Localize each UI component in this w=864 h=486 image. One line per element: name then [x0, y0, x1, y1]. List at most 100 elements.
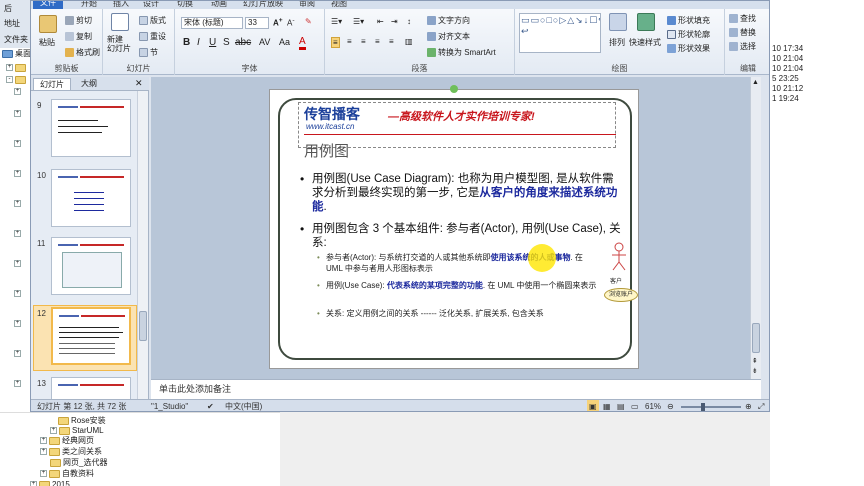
tree-item-classic-web[interactable]: + 经典网页	[40, 435, 94, 446]
tree-item[interactable]: +	[14, 288, 21, 299]
tree-item[interactable]: +	[14, 108, 21, 119]
zoom-slider-thumb[interactable]	[701, 403, 705, 411]
expand-icon[interactable]: +	[14, 88, 21, 95]
tree-item-2015[interactable]: +2015	[30, 479, 70, 486]
notes-pane[interactable]: 单击此处添加备注	[151, 379, 761, 399]
tree-item[interactable]: +	[14, 86, 21, 97]
theme-name[interactable]: "1_Studio"	[151, 400, 188, 411]
tab-view[interactable]: 视图	[331, 1, 347, 9]
tab-review[interactable]: 审阅	[299, 1, 315, 9]
align-text-button[interactable]: 对齐文本	[427, 31, 470, 42]
file-tab[interactable]: 文件	[33, 1, 63, 9]
reading-view-button[interactable]: ▤	[617, 400, 625, 411]
expand-icon[interactable]: +	[14, 320, 21, 327]
grow-font-button[interactable]: A+	[273, 17, 283, 28]
char-spacing-button[interactable]: AV	[259, 37, 270, 47]
tree-item[interactable]: +	[14, 348, 21, 359]
tab-slides[interactable]: 幻灯片	[33, 78, 71, 90]
columns-button[interactable]: ▥	[405, 37, 413, 46]
tree-item-self-study[interactable]: + 自教资料	[40, 468, 94, 479]
expand-icon[interactable]: +	[14, 290, 21, 297]
text-direction-button[interactable]: 文字方向	[427, 15, 470, 26]
font-color-button[interactable]: A	[299, 36, 306, 50]
find-button[interactable]: 查找	[729, 13, 756, 24]
expand-icon[interactable]: -	[6, 76, 13, 83]
slide-vertical-scrollbar[interactable]: ▲ ⇞ ⇟	[750, 77, 761, 379]
select-button[interactable]: 选择	[729, 41, 756, 52]
tab-slideshow[interactable]: 幻灯片放映	[243, 1, 283, 9]
align-right-button[interactable]: ≡	[361, 37, 366, 46]
tree-item[interactable]: +	[14, 228, 21, 239]
expand-icon[interactable]: +	[14, 110, 21, 117]
shape-fill-button[interactable]: 形状填充	[667, 15, 710, 26]
expand-icon[interactable]: +	[14, 200, 21, 207]
copy-button[interactable]: 复制	[65, 31, 92, 42]
scrollbar-thumb[interactable]	[752, 323, 760, 353]
section-button[interactable]: 节	[139, 47, 158, 58]
tree-item[interactable]: +	[14, 168, 21, 179]
increase-indent-button[interactable]: ⇥	[391, 17, 398, 26]
expand-icon[interactable]: +	[14, 170, 21, 177]
tree-item-iterator[interactable]: 网页_选代器	[50, 457, 107, 468]
tab-transitions[interactable]: 切换	[177, 1, 193, 9]
slideshow-button[interactable]: ▭	[631, 400, 639, 411]
close-icon[interactable]: ✕	[135, 78, 143, 89]
expand-icon[interactable]: +	[14, 260, 21, 267]
replace-button[interactable]: 替换	[729, 27, 756, 38]
tab-home[interactable]: 开始	[81, 1, 97, 9]
change-case-button[interactable]: Aa	[279, 37, 290, 47]
decrease-indent-button[interactable]: ⇤	[377, 17, 384, 26]
tree-item[interactable]: +	[14, 258, 21, 269]
distributed-button[interactable]: ≡	[389, 37, 394, 46]
slide-sorter-button[interactable]: ▦	[603, 400, 611, 411]
format-painter-button[interactable]: 格式刷	[65, 47, 100, 58]
quick-styles-button[interactable]: 快速样式	[629, 37, 661, 48]
strikethrough-button[interactable]: abc	[235, 37, 251, 48]
cut-button[interactable]: 剪切	[65, 15, 92, 26]
zoom-slider[interactable]	[681, 406, 741, 408]
justify-button[interactable]: ≡	[375, 37, 380, 46]
align-left-button[interactable]: ≡	[331, 37, 340, 48]
clear-format-button[interactable]: ✎	[305, 17, 312, 26]
expand-icon[interactable]: +	[14, 380, 21, 387]
tree-item-desktop[interactable]: 桌面	[2, 48, 31, 59]
expand-icon[interactable]: +	[50, 427, 57, 434]
zoom-level[interactable]: 61%	[645, 400, 661, 411]
next-slide-icon[interactable]: ⇟	[752, 367, 758, 375]
expand-icon[interactable]: +	[30, 481, 37, 486]
tree-item[interactable]: +	[14, 198, 21, 209]
expand-icon[interactable]: +	[40, 470, 47, 477]
new-slide-button[interactable]: 新建 幻灯片	[107, 35, 131, 53]
thumb-pane-scrollbar[interactable]	[137, 91, 148, 399]
slide-thumbnail-13[interactable]	[51, 377, 131, 399]
tree-item[interactable]: +	[6, 62, 26, 73]
slide-thumbnail-11[interactable]	[51, 237, 131, 295]
shapes-gallery[interactable]: ▭▭○□○▷△↘↓☐↪⌒⌒▽☆{}↩	[519, 13, 601, 53]
shape-outline-button[interactable]: 形状轮廓	[667, 29, 710, 40]
scroll-up-icon[interactable]: ▲	[752, 79, 759, 86]
tab-outline[interactable]: 大纲	[75, 78, 103, 90]
rotation-handle[interactable]	[450, 85, 458, 93]
expand-icon[interactable]: +	[14, 350, 21, 357]
expand-icon[interactable]: +	[6, 64, 13, 71]
tab-insert[interactable]: 插入	[113, 1, 129, 9]
scrollbar-thumb[interactable]	[139, 311, 147, 341]
current-slide[interactable]: 传智播客 www.itcast.cn —高级软件人才实作培训专家! 用例图 • …	[269, 85, 639, 369]
bullets-button[interactable]: ☰▾	[331, 17, 342, 26]
spellcheck-icon[interactable]: ✔	[207, 400, 214, 411]
shrink-font-button[interactable]: A-	[287, 17, 295, 28]
slide-thumbnail-9[interactable]	[51, 99, 131, 157]
tab-animations[interactable]: 动画	[211, 1, 227, 9]
font-size-select[interactable]: 33	[245, 17, 269, 29]
zoom-in-button[interactable]: ⊕	[745, 400, 752, 411]
prev-slide-icon[interactable]: ⇞	[752, 357, 758, 365]
tab-design[interactable]: 设计	[143, 1, 159, 9]
arrange-button[interactable]: 排列	[609, 37, 625, 48]
tree-item[interactable]: +	[14, 378, 21, 389]
shadow-button[interactable]: S	[223, 37, 230, 48]
expand-icon[interactable]: +	[14, 230, 21, 237]
tree-item[interactable]: -	[6, 74, 26, 85]
tree-item-class-relations[interactable]: + 类之间关系	[40, 446, 102, 457]
reset-button[interactable]: 重设	[139, 31, 166, 42]
bold-button[interactable]: B	[183, 37, 190, 48]
